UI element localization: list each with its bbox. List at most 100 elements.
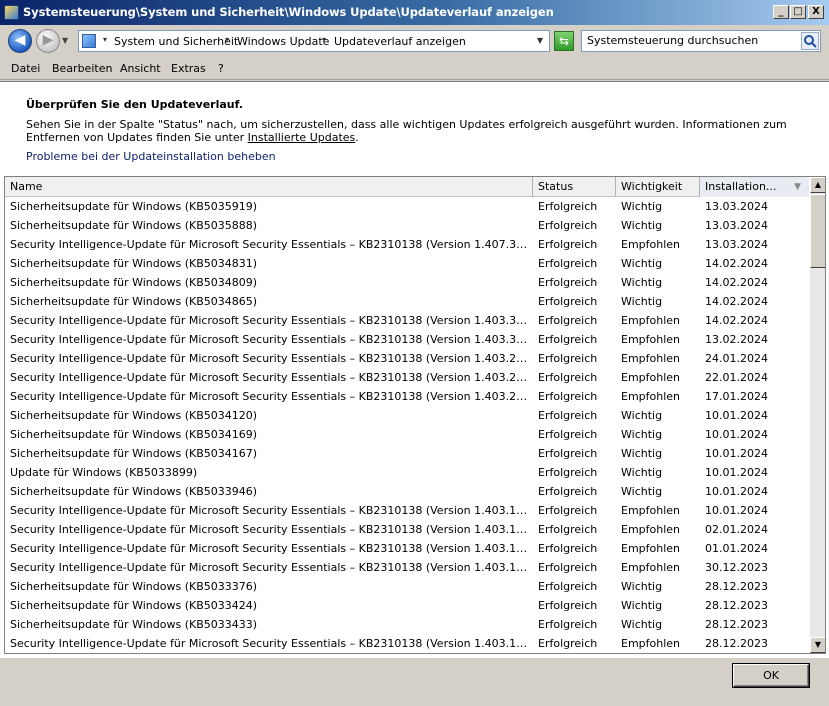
table-row[interactable]: Security Intelligence-Update für Microso…: [5, 634, 809, 653]
cell-importance: Empfohlen: [621, 637, 681, 650]
cell-installation-date: 14.02.2024: [705, 295, 768, 308]
cell-name: Sicherheitsupdate für Windows (KB5034865…: [10, 295, 258, 308]
table-row[interactable]: Sicherheitsupdate für Windows (KB5035888…: [5, 216, 809, 235]
history-dropdown-icon[interactable]: ▼: [62, 36, 68, 45]
table-row[interactable]: Security Intelligence-Update für Microso…: [5, 349, 809, 368]
cell-importance: Wichtig: [621, 409, 663, 422]
table-row[interactable]: Sicherheitsupdate für Windows (KB5034865…: [5, 292, 809, 311]
update-history-table: Name Status Wichtigkeit Installation... …: [4, 176, 826, 654]
control-panel-icon: [4, 5, 19, 20]
cell-installation-date: 10.01.2024: [705, 466, 768, 479]
installed-updates-link[interactable]: Installierte Updates: [248, 131, 356, 144]
search-button[interactable]: [801, 32, 819, 50]
chevron-right-icon[interactable]: ▾: [322, 35, 326, 44]
cell-name: Sicherheitsupdate für Windows (KB5033376…: [10, 580, 258, 593]
content-pane: Überprüfen Sie den Updateverlauf. Sehen …: [0, 81, 829, 658]
cell-name: Security Intelligence-Update für Microso…: [10, 314, 532, 327]
vertical-scrollbar[interactable]: ▲ ▼: [810, 177, 825, 653]
scroll-thumb[interactable]: [810, 194, 825, 268]
cell-name: Security Intelligence-Update für Microso…: [10, 390, 532, 403]
search-box[interactable]: [581, 30, 821, 52]
table-row[interactable]: Sicherheitsupdate für Windows (KB5035919…: [5, 197, 809, 216]
menu-ansicht[interactable]: Ansicht: [120, 62, 161, 75]
cell-installation-date: 10.01.2024: [705, 447, 768, 460]
table-row[interactable]: Sicherheitsupdate für Windows (KB5033946…: [5, 482, 809, 501]
cell-name: Security Intelligence-Update für Microso…: [10, 637, 532, 650]
table-row[interactable]: Security Intelligence-Update für Microso…: [5, 235, 809, 254]
table-row[interactable]: Security Intelligence-Update für Microso…: [5, 330, 809, 349]
menu-help[interactable]: ?: [218, 62, 224, 75]
back-arrow-icon: ◀: [14, 32, 26, 48]
table-row[interactable]: Security Intelligence-Update für Microso…: [5, 558, 809, 577]
search-input[interactable]: [587, 34, 795, 47]
table-row[interactable]: Sicherheitsupdate für Windows (KB5033433…: [5, 615, 809, 634]
cell-name: Security Intelligence-Update für Microso…: [10, 523, 532, 536]
chevron-right-icon[interactable]: ▾: [103, 35, 107, 44]
chevron-right-icon[interactable]: ▾: [225, 35, 229, 44]
search-icon: [804, 35, 817, 48]
cell-name: Sicherheitsupdate für Windows (KB5034831…: [10, 257, 258, 270]
refresh-button[interactable]: ⇆: [554, 31, 574, 51]
table-row[interactable]: Security Intelligence-Update für Microso…: [5, 501, 809, 520]
scroll-up-button[interactable]: ▲: [810, 177, 825, 193]
cell-name: Security Intelligence-Update für Microso…: [10, 352, 532, 365]
cell-name: Sicherheitsupdate für Windows (KB5033946…: [10, 485, 258, 498]
breadcrumb-windows-update[interactable]: Windows Update: [237, 35, 329, 48]
menu-extras[interactable]: Extras: [171, 62, 206, 75]
cell-installation-date: 24.01.2024: [705, 352, 768, 365]
troubleshoot-link[interactable]: Probleme bei der Updateinstallation behe…: [26, 150, 276, 163]
back-button[interactable]: ◀: [8, 29, 32, 53]
forward-arrow-icon: ▶: [42, 32, 54, 48]
page-title: Überprüfen Sie den Updateverlauf.: [26, 98, 243, 111]
table-row[interactable]: Sicherheitsupdate für Windows (KB5033424…: [5, 596, 809, 615]
cell-name: Sicherheitsupdate für Windows (KB5034167…: [10, 447, 258, 460]
cell-installation-date: 28.12.2023: [705, 599, 768, 612]
description-text: Sehen Sie in der Spalte "Status" nach, u…: [26, 118, 787, 144]
cell-status: Erfolgreich: [538, 637, 598, 650]
close-button[interactable]: X: [808, 5, 824, 19]
table-row[interactable]: Security Intelligence-Update für Microso…: [5, 368, 809, 387]
table-row[interactable]: Sicherheitsupdate für Windows (KB5034169…: [5, 425, 809, 444]
cell-importance: Empfohlen: [621, 371, 681, 384]
cell-importance: Wichtig: [621, 219, 663, 232]
menu-bearbeiten[interactable]: Bearbeiten: [52, 62, 112, 75]
menu-datei[interactable]: Datei: [11, 62, 40, 75]
table-row[interactable]: Security Intelligence-Update für Microso…: [5, 520, 809, 539]
breadcrumb-system-security[interactable]: System und Sicherheit: [114, 35, 238, 48]
breadcrumb-update-history[interactable]: Updateverlauf anzeigen: [334, 35, 466, 48]
cell-name: Sicherheitsupdate für Windows (KB5034809…: [10, 276, 258, 289]
footer: OK: [0, 658, 829, 706]
scroll-down-button[interactable]: ▼: [810, 637, 825, 653]
cell-status: Erfolgreich: [538, 333, 598, 346]
cell-installation-date: 10.01.2024: [705, 428, 768, 441]
table-row[interactable]: Security Intelligence-Update für Microso…: [5, 311, 809, 330]
cell-installation-date: 10.01.2024: [705, 504, 768, 517]
description: Sehen Sie in der Spalte "Status" nach, u…: [26, 118, 806, 144]
cell-installation-date: 13.03.2024: [705, 219, 768, 232]
ok-button[interactable]: OK: [732, 663, 810, 688]
cell-importance: Empfohlen: [621, 333, 681, 346]
forward-button[interactable]: ▶: [36, 29, 60, 53]
column-header-status[interactable]: Status: [533, 177, 616, 197]
table-row[interactable]: Security Intelligence-Update für Microso…: [5, 539, 809, 558]
address-dropdown-icon[interactable]: ▼: [537, 36, 543, 45]
table-row[interactable]: Update für Windows (KB5033899) Erfolgreic…: [5, 463, 809, 482]
table-row[interactable]: Sicherheitsupdate für Windows (KB5033376…: [5, 577, 809, 596]
cell-importance: Wichtig: [621, 276, 663, 289]
cell-importance: Empfohlen: [621, 542, 681, 555]
table-row[interactable]: Sicherheitsupdate für Windows (KB5034167…: [5, 444, 809, 463]
cell-status: Erfolgreich: [538, 238, 598, 251]
address-bar[interactable]: ▾ System und Sicherheit ▾ Windows Update…: [78, 30, 550, 52]
cell-importance: Wichtig: [621, 295, 663, 308]
table-header: Name Status Wichtigkeit Installation... …: [5, 177, 809, 197]
table-row[interactable]: Security Intelligence-Update für Microso…: [5, 387, 809, 406]
column-header-name[interactable]: Name: [5, 177, 533, 197]
cell-status: Erfolgreich: [538, 542, 598, 555]
minimize-button[interactable]: _: [773, 5, 789, 19]
table-row[interactable]: Sicherheitsupdate für Windows (KB5034120…: [5, 406, 809, 425]
column-header-importance[interactable]: Wichtigkeit: [616, 177, 700, 197]
table-row[interactable]: Sicherheitsupdate für Windows (KB5034809…: [5, 273, 809, 292]
column-header-installation-date[interactable]: Installation... ▼: [700, 177, 809, 197]
table-row[interactable]: Sicherheitsupdate für Windows (KB5034831…: [5, 254, 809, 273]
maximize-button[interactable]: □: [790, 5, 806, 19]
